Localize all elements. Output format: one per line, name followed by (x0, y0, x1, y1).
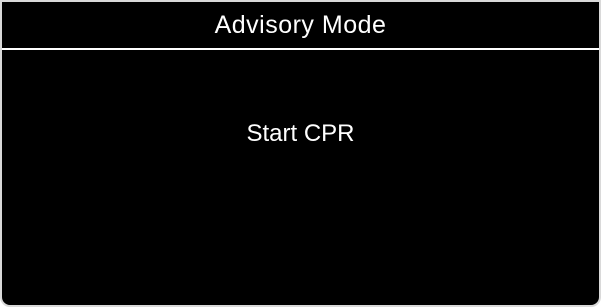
mode-title: Advisory Mode (214, 10, 387, 39)
prompt-message: Start CPR (246, 120, 355, 147)
title-bar: Advisory Mode (2, 2, 599, 50)
device-screen: Advisory Mode Start CPR (0, 0, 601, 307)
